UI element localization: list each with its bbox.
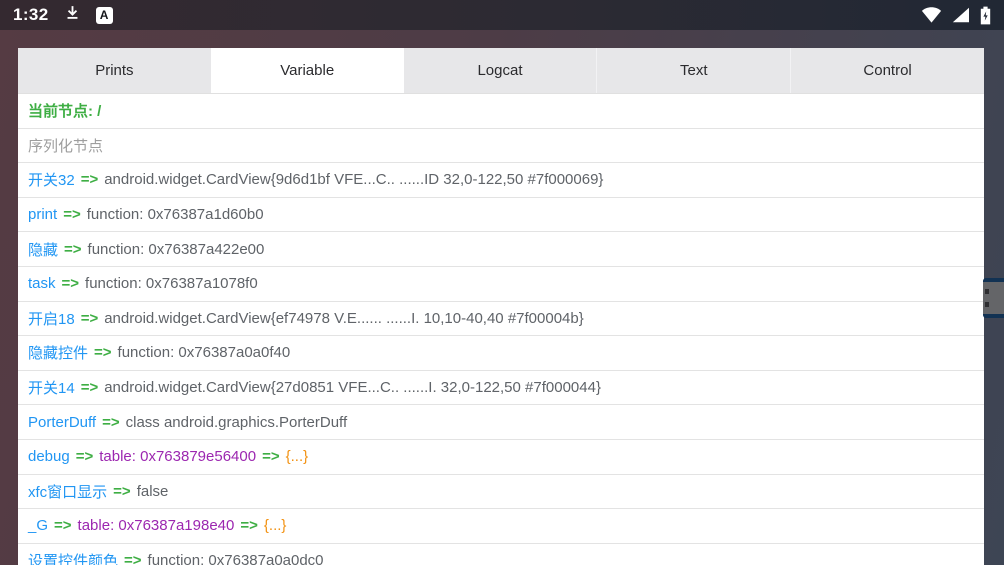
variable-row[interactable]: 开关14 => android.widget.CardView{27d0851 VF…	[18, 371, 984, 406]
variable-value: false	[137, 483, 169, 500]
variable-value: function: 0x76387a0a0dc0	[148, 552, 324, 565]
arrow: =>	[76, 448, 94, 465]
arrow: =>	[64, 241, 82, 258]
variable-name: task	[28, 275, 56, 292]
variable-name: PorterDuff	[28, 414, 96, 431]
edge-handle-mark	[985, 302, 989, 307]
serialize-node-label: 序列化节点	[28, 135, 103, 156]
variable-value: table: 0x76387a198e40	[78, 517, 235, 534]
variable-list: 当前节点: / 序列化节点 开关32 => android.widget.CardV…	[18, 94, 984, 565]
variable-value: function: 0x76387a422e00	[88, 241, 265, 258]
tab-text[interactable]: Text	[596, 48, 790, 93]
arrow: =>	[240, 517, 258, 534]
variable-value: {...}	[286, 448, 309, 465]
wifi-icon	[921, 7, 942, 23]
variable-value: table: 0x763879e56400	[99, 448, 256, 465]
variable-row[interactable]: _G => table: 0x76387a198e40 => {...}	[18, 509, 984, 544]
variable-name: 隐藏	[28, 239, 58, 260]
variable-row[interactable]: 开关32 => android.widget.CardView{9d6d1bf VF…	[18, 163, 984, 198]
variable-row[interactable]: 隐藏 => function: 0x76387a422e00	[18, 232, 984, 267]
variable-name: 开启18	[28, 308, 75, 329]
status-bar: 1:32 A	[0, 0, 1004, 30]
variable-value: function: 0x76387a1d60b0	[87, 206, 264, 223]
floating-edge-handle[interactable]	[983, 278, 1004, 318]
variable-name: 设置控件颜色	[28, 550, 118, 565]
arrow: =>	[54, 517, 72, 534]
variable-value: android.widget.CardView{ef74978 V.E.....…	[104, 310, 584, 327]
current-node-header: 当前节点: /	[18, 94, 984, 129]
arrow: =>	[81, 379, 99, 396]
status-time: 1:32	[13, 5, 49, 25]
variable-row[interactable]: PorterDuff => class android.graphics.Porte…	[18, 405, 984, 440]
arrow: =>	[102, 414, 120, 431]
edge-handle-mark	[985, 289, 989, 294]
arrow: =>	[62, 275, 80, 292]
arrow: =>	[81, 171, 99, 188]
tab-variable[interactable]: Variable	[211, 48, 404, 93]
variable-row[interactable]: 开启18 => android.widget.CardView{ef74978 V.…	[18, 302, 984, 337]
variable-name: 开关14	[28, 377, 75, 398]
arrow: =>	[124, 552, 142, 565]
variable-value: android.widget.CardView{9d6d1bf VFE...C.…	[104, 171, 603, 188]
battery-charging-icon	[980, 6, 991, 25]
variable-value: class android.graphics.PorterDuff	[126, 414, 348, 431]
arrow: =>	[262, 448, 280, 465]
arrow: =>	[94, 344, 112, 361]
variable-value: function: 0x76387a1078f0	[85, 275, 258, 292]
variable-name: 隐藏控件	[28, 342, 88, 363]
variable-name: xfc窗口显示	[28, 481, 107, 502]
tab-bar: Prints Variable Logcat Text Control	[18, 48, 984, 94]
variable-row[interactable]: task => function: 0x76387a1078f0	[18, 267, 984, 302]
autojs-a-badge-icon: A	[96, 7, 113, 24]
tab-logcat[interactable]: Logcat	[404, 48, 597, 93]
tab-prints[interactable]: Prints	[18, 48, 211, 93]
tab-control[interactable]: Control	[790, 48, 984, 93]
variable-value: function: 0x76387a0a0f40	[118, 344, 291, 361]
variable-row[interactable]: print => function: 0x76387a1d60b0	[18, 198, 984, 233]
variable-name: 开关32	[28, 169, 75, 190]
serialize-node-item[interactable]: 序列化节点	[18, 129, 984, 164]
current-node-text: 当前节点: /	[28, 100, 101, 121]
variable-name: debug	[28, 448, 70, 465]
cell-signal-icon	[952, 7, 970, 23]
variable-row[interactable]: 设置控件颜色 => function: 0x76387a0a0dc0	[18, 544, 984, 565]
variable-value: android.widget.CardView{27d0851 VFE...C.…	[104, 379, 601, 396]
download-icon	[64, 4, 81, 26]
app-window: Prints Variable Logcat Text Control 当前节点…	[18, 48, 984, 565]
arrow: =>	[63, 206, 81, 223]
variable-name: print	[28, 206, 57, 223]
variable-name: _G	[28, 517, 48, 534]
a-badge-letter: A	[100, 8, 109, 22]
arrow: =>	[113, 483, 131, 500]
variable-row[interactable]: xfc窗口显示 => false	[18, 475, 984, 510]
variable-row[interactable]: 隐藏控件 => function: 0x76387a0a0f40	[18, 336, 984, 371]
variable-value: {...}	[264, 517, 287, 534]
variable-row[interactable]: debug => table: 0x763879e56400 => {...}	[18, 440, 984, 475]
arrow: =>	[81, 310, 99, 327]
